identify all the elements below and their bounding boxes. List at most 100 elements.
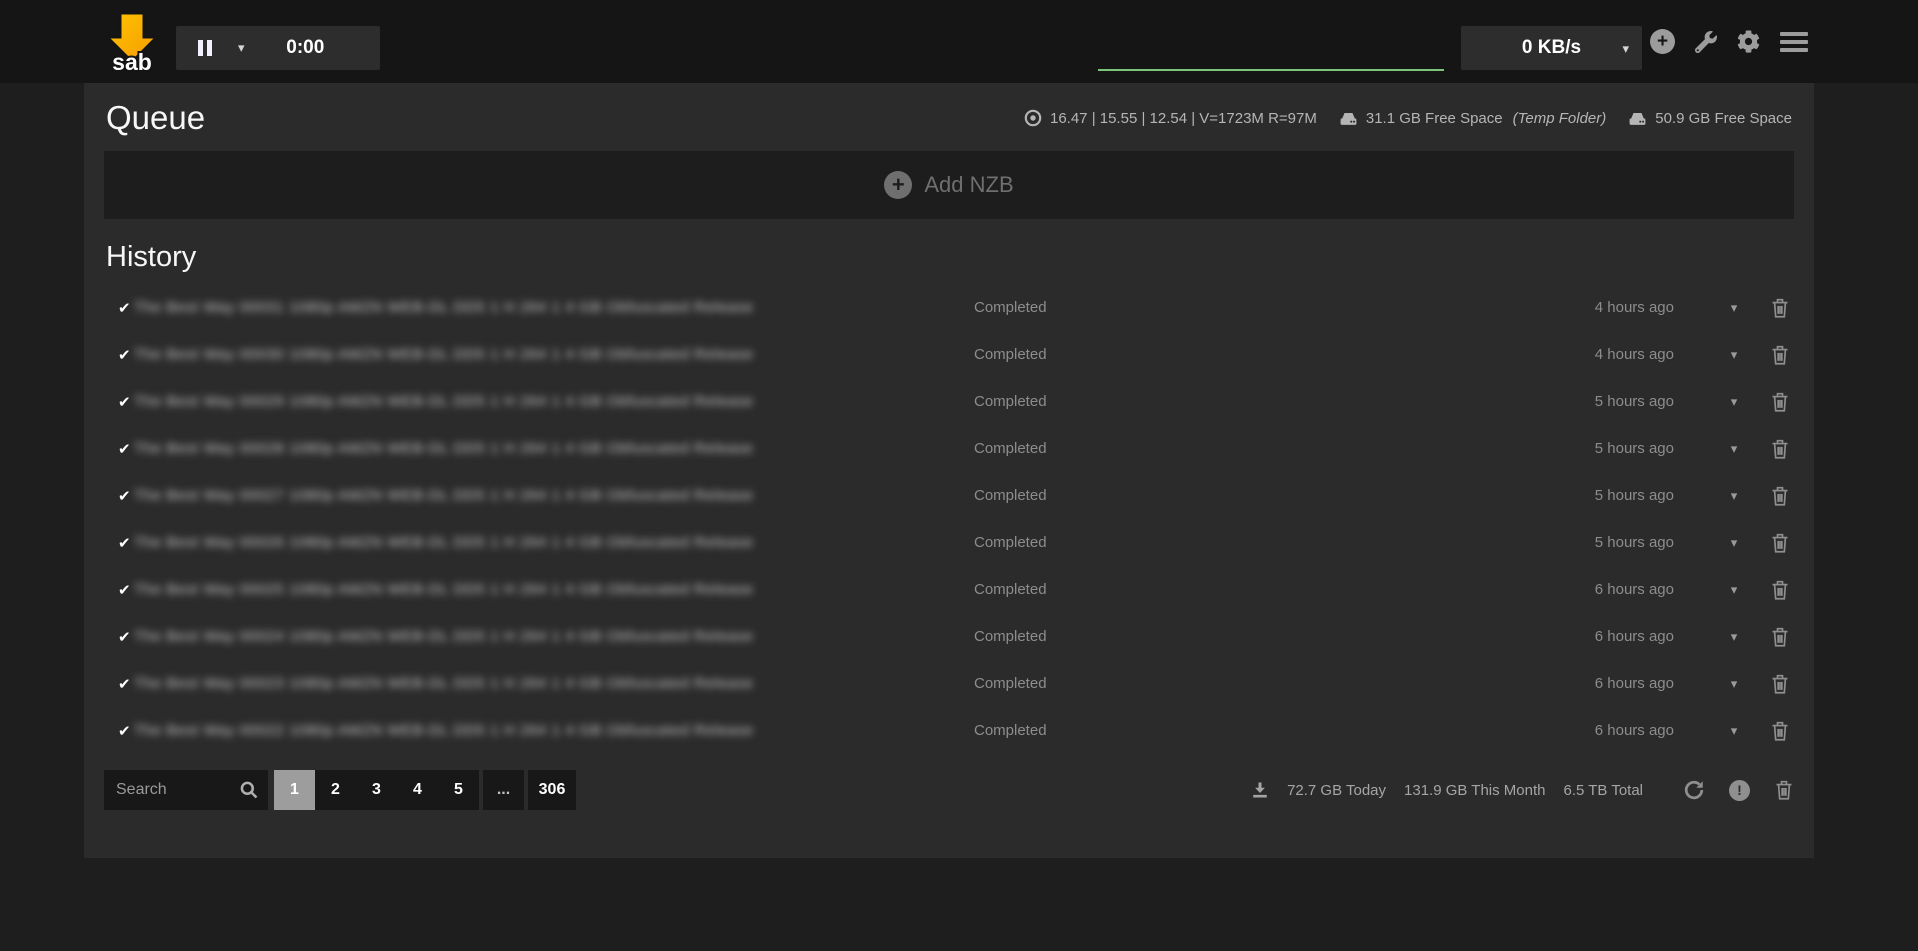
page-button-4[interactable]: 4 [397,770,438,810]
check-icon: ✔ [104,534,134,552]
job-name-blurred[interactable]: The Best Way 00031 1080p AMZN WEB-DL DD5… [134,299,974,316]
page-button-ellipsis[interactable]: ... [483,770,524,810]
temp-free-space: 31.1 GB Free Space [1366,110,1503,127]
row-expand-button[interactable]: ▾ [1714,582,1754,598]
status-label: Completed [974,534,1564,551]
status-label: Completed [974,346,1564,363]
age-label: 5 hours ago [1564,393,1674,410]
queue-controls-group: ▾ 0:00 [176,26,380,70]
history-row: ✔ The Best Way 00027 1080p AMZN WEB-DL D… [104,472,1794,519]
settings-button[interactable] [1737,30,1760,53]
row-expand-button[interactable]: ▾ [1714,723,1754,739]
add-nzb-dropzone[interactable]: + Add NZB [104,151,1794,219]
row-expand-button[interactable]: ▾ [1714,300,1754,316]
history-row: ✔ The Best Way 00024 1080p AMZN WEB-DL D… [104,613,1794,660]
delete-row-button[interactable] [1770,297,1794,319]
refresh-button[interactable] [1683,779,1705,801]
history-row: ✔ The Best Way 00029 1080p AMZN WEB-DL D… [104,378,1794,425]
job-name-blurred[interactable]: The Best Way 00030 1080p AMZN WEB-DL DD5… [134,346,974,363]
job-name-blurred[interactable]: The Best Way 00023 1080p AMZN WEB-DL DD5… [134,675,974,692]
page-button-last[interactable]: 306 [528,770,576,810]
delete-row-button[interactable] [1770,673,1794,695]
pagination: 1 2 3 4 5 ... 306 [274,770,576,810]
delete-row-button[interactable] [1770,485,1794,507]
current-speed: 0 KB/s [1522,37,1581,59]
age-label: 6 hours ago [1564,675,1674,692]
caret-down-icon: ▾ [1731,582,1738,597]
status-button[interactable] [1695,31,1717,53]
row-expand-button[interactable]: ▾ [1714,676,1754,692]
plus-circle-icon: + [884,171,912,199]
row-expand-button[interactable]: ▾ [1714,347,1754,363]
age-label: 4 hours ago [1564,346,1674,363]
caret-down-icon: ▾ [1731,394,1738,409]
caret-down-icon: ▾ [1731,676,1738,691]
row-expand-button[interactable]: ▾ [1714,629,1754,645]
history-row: ✔ The Best Way 00031 1080p AMZN WEB-DL D… [104,284,1794,331]
caret-down-icon: ▾ [1731,441,1738,456]
history-row: ✔ The Best Way 00022 1080p AMZN WEB-DL D… [104,707,1794,754]
status-label: Completed [974,487,1564,504]
history-row: ✔ The Best Way 00025 1080p AMZN WEB-DL D… [104,566,1794,613]
job-name-blurred[interactable]: The Best Way 00025 1080p AMZN WEB-DL DD5… [134,581,974,598]
trash-icon [1770,532,1790,554]
delete-row-button[interactable] [1770,438,1794,460]
check-icon: ✔ [104,440,134,458]
status-label: Completed [974,440,1564,457]
top-navbar: sab ▾ 0:00 0 KB/s ▾ + [0,0,1918,83]
age-label: 6 hours ago [1564,581,1674,598]
history-info-button[interactable]: ! [1729,780,1750,801]
delete-row-button[interactable] [1770,626,1794,648]
check-icon: ✔ [104,675,134,693]
status-label: Completed [974,581,1564,598]
pause-timer[interactable]: 0:00 [245,37,380,59]
sabnzbd-logo[interactable]: sab [104,10,160,74]
status-label: Completed [974,393,1564,410]
logo-text: sab [112,49,152,74]
disk-free-space-stat: 50.9 GB Free Space [1628,110,1792,127]
search-box [104,770,268,810]
navbar-icons: + [1650,0,1808,83]
job-name-blurred[interactable]: The Best Way 00024 1080p AMZN WEB-DL DD5… [134,628,974,645]
caret-down-icon: ▾ [1731,300,1738,315]
pause-icon [198,40,203,56]
pause-button[interactable] [198,40,212,56]
trash-icon [1770,720,1790,742]
row-expand-button[interactable]: ▾ [1714,488,1754,504]
row-expand-button[interactable]: ▾ [1714,394,1754,410]
delete-row-button[interactable] [1770,579,1794,601]
add-nzb-nav-button[interactable]: + [1650,29,1675,54]
history-row: ✔ The Best Way 00028 1080p AMZN WEB-DL D… [104,425,1794,472]
speed-limit-button[interactable]: 0 KB/s ▾ [1461,26,1642,70]
trash-icon [1770,391,1790,413]
delete-row-button[interactable] [1770,720,1794,742]
check-icon: ✔ [104,487,134,505]
page-button-1[interactable]: 1 [274,770,315,810]
menu-button[interactable] [1780,32,1808,52]
job-name-blurred[interactable]: The Best Way 00028 1080p AMZN WEB-DL DD5… [134,440,974,457]
job-name-blurred[interactable]: The Best Way 00027 1080p AMZN WEB-DL DD5… [134,487,974,504]
caret-down-icon: ▾ [1731,629,1738,644]
delete-row-button[interactable] [1770,391,1794,413]
delete-row-button[interactable] [1770,532,1794,554]
job-name-blurred[interactable]: The Best Way 00029 1080p AMZN WEB-DL DD5… [134,393,974,410]
system-stats: 16.47 | 15.55 | 12.54 | V=1723M R=97M 31… [1024,109,1792,127]
purge-history-button[interactable] [1774,779,1794,801]
page-button-2[interactable]: 2 [315,770,356,810]
status-label: Completed [974,722,1564,739]
age-label: 5 hours ago [1564,534,1674,551]
row-expand-button[interactable]: ▾ [1714,441,1754,457]
row-expand-button[interactable]: ▾ [1714,535,1754,551]
history-row: ✔ The Best Way 00023 1080p AMZN WEB-DL D… [104,660,1794,707]
page-button-5[interactable]: 5 [438,770,479,810]
page-button-3[interactable]: 3 [356,770,397,810]
exclamation-circle-icon: ! [1729,780,1750,801]
hamburger-icon [1780,48,1808,52]
trash-icon [1770,344,1790,366]
delete-row-button[interactable] [1770,344,1794,366]
age-label: 5 hours ago [1564,440,1674,457]
job-name-blurred[interactable]: The Best Way 00026 1080p AMZN WEB-DL DD5… [134,534,974,551]
history-list: ✔ The Best Way 00031 1080p AMZN WEB-DL D… [104,284,1794,754]
search-icon[interactable] [239,780,259,800]
job-name-blurred[interactable]: The Best Way 00022 1080p AMZN WEB-DL DD5… [134,722,974,739]
